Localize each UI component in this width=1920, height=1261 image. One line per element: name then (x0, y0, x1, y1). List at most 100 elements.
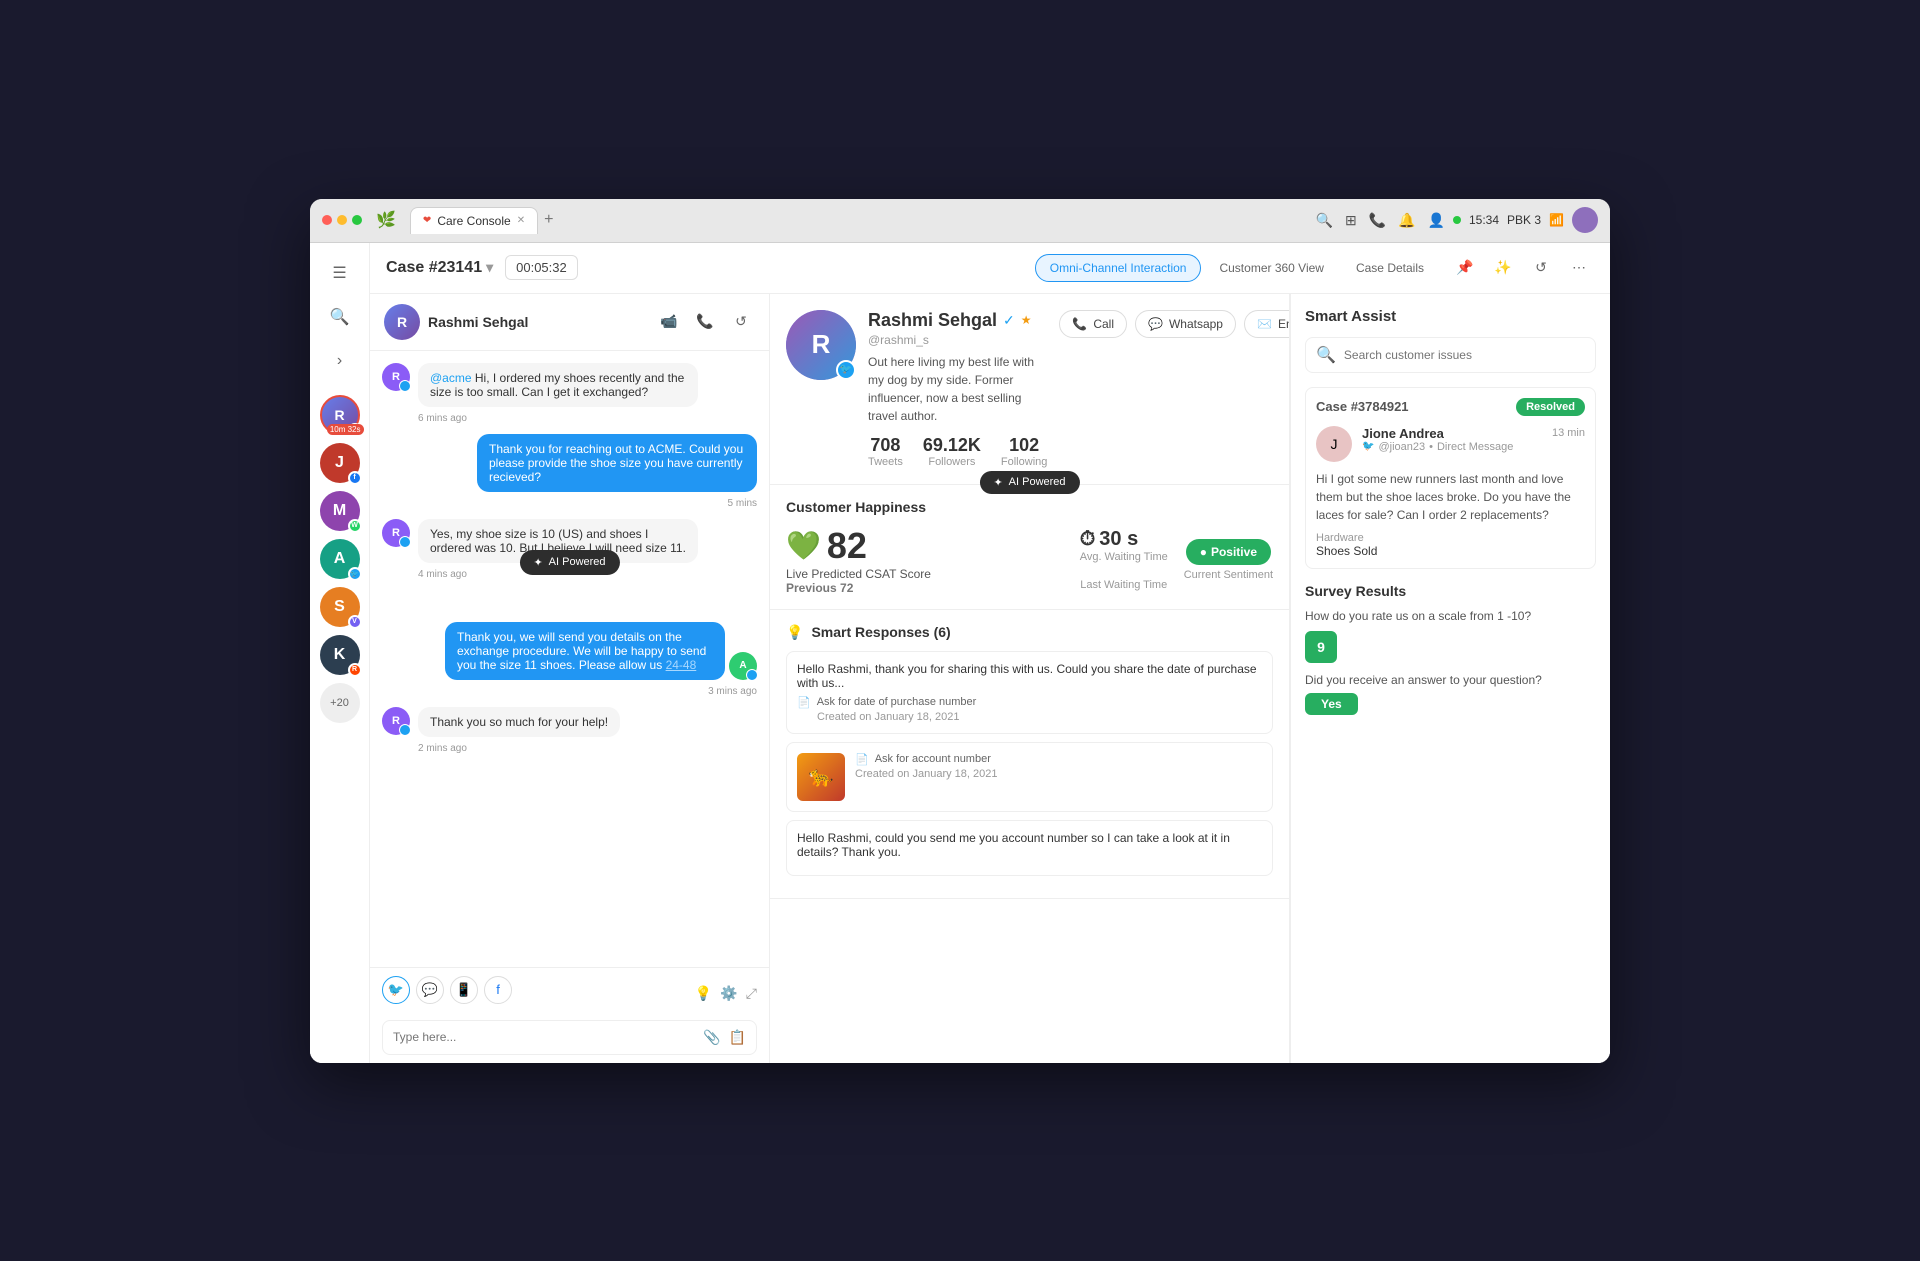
survey-question-1: How do you rate us on a scale from 1 -10… (1305, 609, 1596, 623)
twitter-channel-icon[interactable]: 🐦 (382, 976, 410, 1004)
response-meta-1: 📄 Ask for date of purchase number (797, 696, 1262, 709)
survey-results-section: Survey Results How do you rate us on a s… (1305, 583, 1596, 715)
call-button[interactable]: 📞 Call (1059, 310, 1127, 338)
tools-icon[interactable]: ⚙️ (720, 985, 737, 1002)
phone-icon[interactable]: 📞 (1369, 212, 1386, 229)
voice-call-button[interactable]: 📞 (691, 308, 719, 336)
facebook-channel-icon[interactable]: f (484, 976, 512, 1004)
profile-avatar-wrap: R 🐦 (786, 310, 856, 380)
sentiment-label: Current Sentiment (1184, 569, 1273, 581)
csat-score: 82 (827, 525, 867, 567)
profile-name: Rashmi Sehgal (868, 310, 997, 331)
whatsapp-button[interactable]: 💬 Whatsapp (1135, 310, 1236, 338)
csat-prev-label: Previous (786, 581, 837, 595)
bell-icon[interactable]: 🔔 (1398, 212, 1415, 229)
survey-score: 9 (1305, 631, 1337, 663)
tab-label: Care Console (437, 214, 510, 228)
conversation-item-4[interactable]: S V (320, 587, 360, 627)
email-button[interactable]: ✉️ Email (1244, 310, 1290, 338)
user-avatar[interactable] (1572, 207, 1598, 233)
chat-channel-icons: 🐦 💬 📱 f (382, 976, 512, 1004)
main-header: Case #23141 ▾ 00:05:32 Omni-Channel Inte… (370, 243, 1610, 294)
following-label: Following (1001, 456, 1047, 468)
csat-main-label: Live Predicted CSAT Score (786, 567, 931, 581)
call-timer: 00:05:32 (505, 255, 578, 280)
email-label: Email (1278, 317, 1290, 331)
apps-icon[interactable]: ⊞ (1345, 212, 1357, 229)
close-window-button[interactable] (322, 215, 332, 225)
new-tab-button[interactable]: + (544, 211, 553, 229)
chat-messages: R @acme Hi, I ordered my shoes recently … (370, 351, 769, 967)
response-card-2[interactable]: 🐆 📄 Ask for account number Created on Ja… (786, 742, 1273, 812)
customer-profile: R 🐦 Rashmi Sehgal ✓ ★ @rashmi_s Out he (770, 294, 1289, 485)
smart-responses-label: Smart Responses (6) (811, 624, 950, 640)
message-row-customer-1: R @acme Hi, I ordered my shoes recently … (382, 363, 757, 407)
user-plus-icon[interactable]: 👤 (1428, 212, 1445, 229)
browser-status: 15:34 PBK 3 📶 (1453, 207, 1598, 233)
message-row-agent-1: Thank you for reaching out to ACME. Coul… (382, 434, 757, 492)
chat-channel-icon[interactable]: 💬 (416, 976, 444, 1004)
case-dropdown-icon[interactable]: ▾ (486, 259, 493, 276)
wifi-icon: 📶 (1549, 213, 1564, 227)
content-area: R Rashmi Sehgal 📹 📞 ↺ R (370, 294, 1610, 1063)
response-card-1[interactable]: Hello Rashmi, thank you for sharing this… (786, 651, 1273, 734)
case-user-info: Jione Andrea 13 min 🐦 @jioan23 • Direct … (1362, 426, 1585, 453)
ai-star-icon: ✦ (533, 556, 542, 569)
message-time-2: 5 mins (382, 498, 757, 509)
response-card-3[interactable]: Hello Rashmi, could you send me you acco… (786, 820, 1273, 876)
link-24-48[interactable]: 24-48 (666, 658, 697, 672)
response-meta-2: 📄 Ask for account number (855, 753, 998, 766)
chat-input[interactable] (393, 1030, 703, 1044)
ai-powered-tag-happiness: ✦ AI Powered (979, 471, 1079, 494)
message-time-1: 6 mins ago (382, 413, 757, 424)
tweets-label: Tweets (868, 456, 903, 468)
conversation-list: R 🐦 10m 32s J f M W A 🐦 S (320, 395, 360, 723)
refresh-icon[interactable]: ↺ (1526, 253, 1556, 283)
case-category-row: Hardware Shoes Sold (1316, 532, 1585, 558)
chat-toolbar: 🐦 💬 📱 f 💡 ⚙️ ⤢ (370, 967, 769, 1063)
smart-assist-search-input[interactable] (1344, 348, 1585, 362)
ai-powered-tag: ✦ AI Powered (519, 550, 619, 575)
twitter-badge-2 (399, 536, 411, 548)
minimize-window-button[interactable] (337, 215, 347, 225)
more-options-icon[interactable]: ⋯ (1564, 253, 1594, 283)
more-conversations-badge[interactable]: +20 (320, 683, 360, 723)
conversation-item-2[interactable]: M W (320, 491, 360, 531)
chat-header: R Rashmi Sehgal 📹 📞 ↺ (370, 294, 769, 351)
search-browser-icon[interactable]: 🔍 (1316, 212, 1333, 229)
expand-toolbar-icon[interactable]: ⤢ (746, 985, 757, 1002)
attachment-icon[interactable]: 📎 (703, 1029, 720, 1046)
customer-happiness-section: ✦ AI Powered Customer Happiness 💚 82 Liv… (770, 485, 1289, 610)
tab-close-button[interactable]: ✕ (517, 215, 525, 226)
conversation-item-5[interactable]: K R (320, 635, 360, 675)
maximize-window-button[interactable] (352, 215, 362, 225)
message-group-2: Thank you for reaching out to ACME. Coul… (382, 434, 757, 509)
pin-icon[interactable]: 📌 (1450, 253, 1480, 283)
magic-wand-icon[interactable]: ✨ (1488, 253, 1518, 283)
response-date-2: Created on January 18, 2021 (855, 768, 998, 780)
heart-tab-icon: ❤ (423, 215, 431, 226)
template-icon[interactable]: 📋 (729, 1029, 746, 1046)
lightbulb-icon[interactable]: 💡 (695, 985, 712, 1002)
resolved-status-badge: Resolved (1516, 398, 1585, 416)
conversation-item-active[interactable]: R 🐦 10m 32s (320, 395, 360, 435)
message-row-agent-2: Thank you, we will send you details on t… (382, 622, 757, 680)
pbk-label: PBK 3 (1507, 213, 1541, 227)
conversation-item-1[interactable]: J f (320, 443, 360, 483)
whatsapp-channel-icon[interactable]: 📱 (450, 976, 478, 1004)
care-console-tab[interactable]: ❤ Care Console ✕ (410, 207, 538, 234)
chat-refresh-button[interactable]: ↺ (727, 308, 755, 336)
tab-customer-360[interactable]: Customer 360 View (1205, 254, 1338, 282)
sidebar-search-icon[interactable]: 🔍 (322, 299, 358, 335)
tab-omni-channel[interactable]: Omni-Channel Interaction (1035, 254, 1202, 282)
video-call-button[interactable]: 📹 (655, 308, 683, 336)
hamburger-menu-icon[interactable]: ☰ (322, 255, 358, 291)
tab-case-details[interactable]: Case Details (1342, 254, 1438, 282)
happiness-section-title: Customer Happiness (786, 499, 1273, 515)
response-date-1: Created on January 18, 2021 (797, 711, 1262, 723)
sentiment-dot-icon: ● (1200, 545, 1207, 559)
conversation-item-3[interactable]: A 🐦 (320, 539, 360, 579)
expand-icon[interactable]: › (322, 343, 358, 379)
response-image-2: 🐆 (797, 753, 845, 801)
message-time-4: 3 mins ago (382, 686, 757, 697)
